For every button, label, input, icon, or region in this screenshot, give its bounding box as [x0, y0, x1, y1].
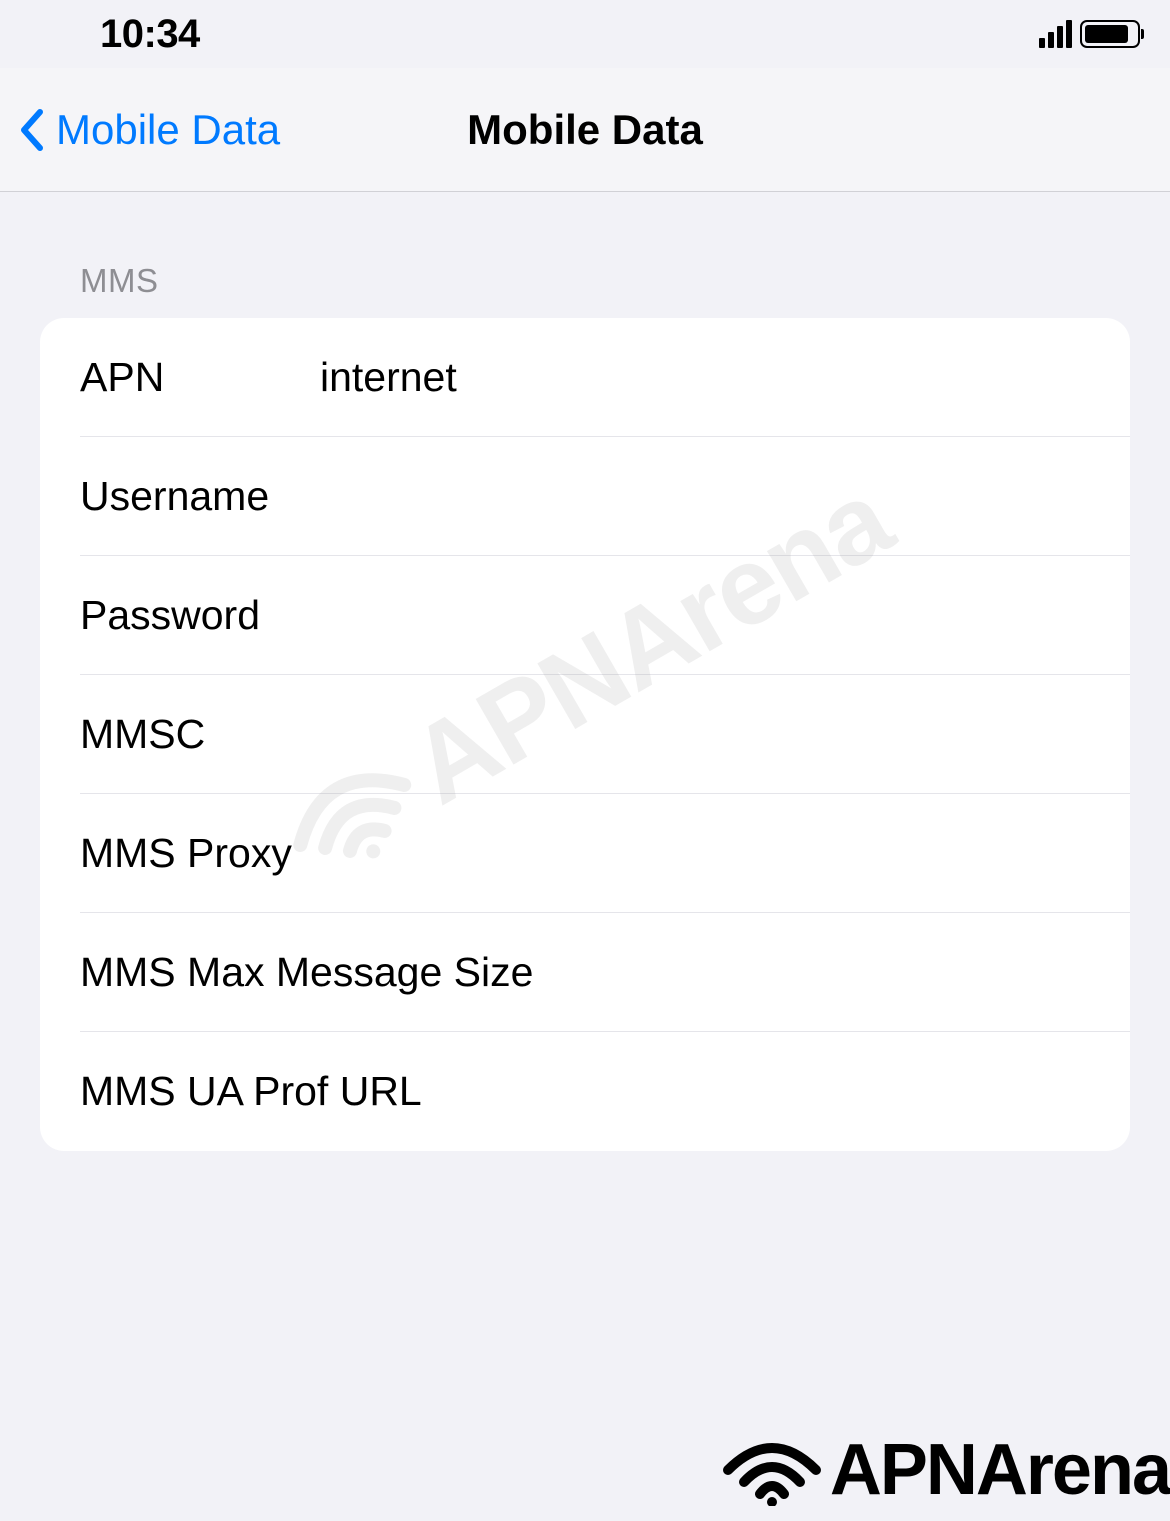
back-button[interactable]: Mobile Data — [0, 106, 280, 154]
page-title: Mobile Data — [467, 106, 703, 154]
brand-footer: APNArena — [722, 1429, 1170, 1511]
status-time: 10:34 — [100, 12, 200, 57]
section-header-mms: MMS — [40, 192, 1130, 318]
settings-row-apn[interactable]: APN — [40, 318, 1130, 437]
settings-row-password[interactable]: Password — [40, 556, 1130, 675]
settings-row-mms-max-size[interactable]: MMS Max Message Size — [40, 913, 1130, 1032]
settings-group-mms: APN Username Password MMSC MMS Proxy MMS… — [40, 318, 1130, 1151]
chevron-left-icon — [18, 108, 44, 152]
row-label: MMS Max Message Size — [80, 949, 1090, 996]
settings-row-mms-ua-prof-url[interactable]: MMS UA Prof URL — [40, 1032, 1130, 1151]
battery-icon — [1080, 20, 1140, 48]
wifi-icon — [722, 1434, 822, 1506]
settings-row-username[interactable]: Username — [40, 437, 1130, 556]
nav-header: Mobile Data Mobile Data — [0, 68, 1170, 192]
back-button-label: Mobile Data — [56, 106, 280, 154]
row-label: MMS Proxy — [80, 830, 320, 877]
row-label: Username — [80, 473, 320, 520]
mms-proxy-input[interactable] — [320, 830, 1090, 877]
row-label: Password — [80, 592, 320, 639]
password-input[interactable] — [320, 592, 1090, 639]
settings-row-mmsc[interactable]: MMSC — [40, 675, 1130, 794]
username-input[interactable] — [320, 473, 1090, 520]
row-label: APN — [80, 354, 320, 401]
status-indicators — [1039, 20, 1140, 48]
apn-input[interactable] — [320, 354, 1090, 401]
row-label: MMS UA Prof URL — [80, 1068, 1090, 1115]
mmsc-input[interactable] — [320, 711, 1090, 758]
cellular-signal-icon — [1039, 20, 1072, 48]
settings-row-mms-proxy[interactable]: MMS Proxy — [40, 794, 1130, 913]
row-label: MMSC — [80, 711, 320, 758]
brand-name: APNArena — [830, 1429, 1170, 1511]
status-bar: 10:34 — [0, 0, 1170, 68]
